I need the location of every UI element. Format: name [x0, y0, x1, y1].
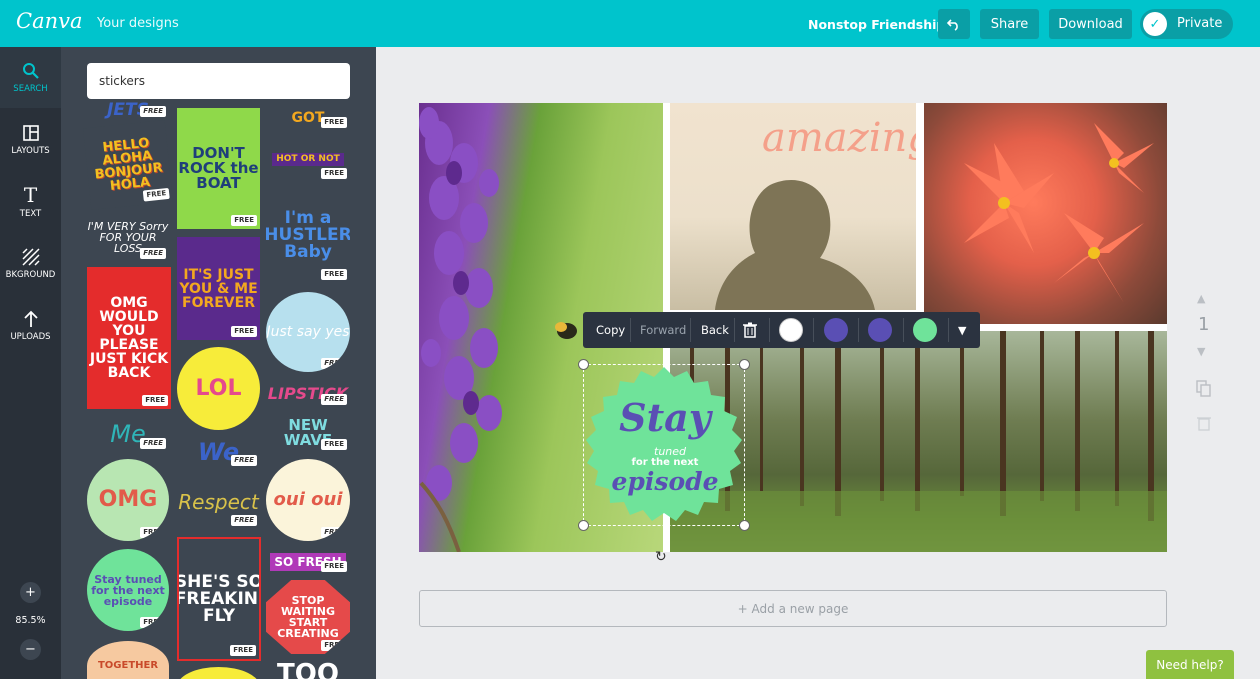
element-toolbar: Copy Forward Back ▼: [583, 312, 980, 348]
sticker-stop-waiting[interactable]: STOP WAITING START CREATING FREE: [266, 580, 350, 654]
sticker-got[interactable]: GOT FREE: [266, 105, 350, 131]
resize-handle-bottom-right[interactable]: [739, 520, 750, 531]
sticker-oui-oui[interactable]: oui oui FREE: [266, 459, 350, 541]
sticker-just-say-yes[interactable]: Just say yes FREE: [266, 292, 350, 372]
duplicate-page-icon[interactable]: [1195, 379, 1213, 401]
woman-photo[interactable]: amazing: [670, 103, 916, 310]
rail-label: UPLOADS: [10, 331, 51, 342]
sticker-text-stay: Stay: [619, 395, 711, 440]
color-swatch-green[interactable]: [913, 318, 937, 342]
left-rail: SEARCH LAYOUTS T TEXT BKGROUND UPLOADS +…: [0, 47, 61, 679]
toolbar-divider: [734, 318, 735, 342]
back-button[interactable]: Back: [701, 312, 729, 348]
rail-item-text[interactable]: T TEXT: [0, 171, 61, 232]
rail-label: TEXT: [19, 208, 42, 219]
private-label: Private: [1177, 16, 1223, 31]
delete-page-icon[interactable]: [1197, 415, 1211, 435]
coral-flowers: [964, 123, 1154, 303]
rail-item-layouts[interactable]: LAYOUTS: [0, 109, 61, 170]
woman-silhouette: [715, 180, 875, 310]
sticker-text-episode: episode: [611, 467, 719, 496]
sticker-lipstick[interactable]: LIPSTICK FREE: [266, 380, 350, 408]
sticker-im-very-sorry[interactable]: I'M VERY Sorry FOR YOUR LOSS FREE: [87, 212, 169, 262]
page-up-icon[interactable]: ▲: [1197, 292, 1205, 305]
search-icon: [22, 62, 39, 79]
share-button[interactable]: Share: [980, 9, 1039, 39]
your-designs-link[interactable]: Your designs: [97, 16, 179, 31]
toolbar-divider: [769, 318, 770, 342]
sticker-shes-so-freakin-fly[interactable]: SHE'S SO FREAKIN' FLY FREE: [177, 537, 261, 661]
sticker-new-wave[interactable]: NEW WAVE FREE: [266, 413, 350, 453]
top-bar: Canva Your designs Nonstop Friendship Sh…: [0, 0, 1260, 47]
sticker-stay-tuned[interactable]: Stay tuned for the next episode FREE: [87, 549, 169, 631]
sticker-me[interactable]: Me FREE: [87, 416, 169, 452]
toolbar-divider: [813, 318, 814, 342]
undo-icon: [947, 19, 958, 31]
sticker-we[interactable]: We FREE: [177, 434, 260, 469]
flower-photo[interactable]: [924, 103, 1167, 324]
sticker-lol[interactable]: LOL: [177, 347, 260, 430]
sticker-hello-aloha[interactable]: HELLO ALOHA BONJOUR HOLA FREE: [82, 119, 174, 211]
more-options-button[interactable]: ▼: [958, 312, 966, 348]
rail-label: SEARCH: [13, 83, 48, 94]
background-icon: [21, 247, 40, 266]
color-swatch-purple[interactable]: [824, 318, 848, 342]
sticker-too[interactable]: TOO: [266, 659, 350, 679]
sticker-omg-circle[interactable]: OMG FREE: [87, 459, 169, 541]
resize-handle-top-right[interactable]: [739, 359, 750, 370]
toolbar-divider: [690, 318, 691, 342]
resize-handle-top-left[interactable]: [578, 359, 589, 370]
layouts-icon: [22, 124, 39, 141]
rail-item-background[interactable]: BKGROUND: [0, 233, 61, 294]
upload-icon: [23, 310, 38, 327]
sticker-hustler-baby[interactable]: I'm a HUSTLER Baby FREE: [266, 187, 350, 283]
color-swatch-purple-2[interactable]: [868, 318, 892, 342]
sticker-together[interactable]: TOGETHER: [87, 641, 169, 679]
toolbar-divider: [903, 318, 904, 342]
zoom-level: 85.5%: [15, 615, 46, 626]
zoom-in-button[interactable]: +: [20, 582, 41, 603]
page-number: 1: [1198, 314, 1210, 335]
add-page-button[interactable]: + Add a new page: [419, 590, 1167, 627]
copy-button[interactable]: Copy: [596, 312, 625, 348]
sticker-dont-rock-the-boat[interactable]: DON'T ROCK the BOAT FREE: [177, 108, 260, 229]
rail-item-uploads[interactable]: UPLOADS: [0, 295, 61, 356]
search-input[interactable]: [87, 63, 350, 99]
toolbar-divider: [858, 318, 859, 342]
toolbar-divider: [630, 318, 631, 342]
sticker-so-fresh[interactable]: SO FRESH FREE: [266, 549, 350, 575]
sticker-panel: JETSFREE HELLO ALOHA BONJOUR HOLAFREE I'…: [61, 47, 376, 679]
canva-logo[interactable]: Canva: [16, 9, 83, 33]
page-down-icon[interactable]: ▼: [1197, 345, 1205, 358]
trash-icon: [743, 322, 757, 338]
sticker-omg-please[interactable]: OMG WOULD YOU PLEASE JUST KICK BACK FREE: [87, 267, 171, 409]
rail-item-search[interactable]: SEARCH: [0, 47, 61, 108]
forward-button[interactable]: Forward: [640, 312, 686, 348]
sticker-its-just-you-and-me[interactable]: IT'S JUST YOU & ME FOREVER FREE: [177, 237, 260, 340]
need-help-button[interactable]: Need help?: [1146, 650, 1234, 679]
rail-label: BKGROUND: [5, 269, 56, 280]
check-icon: ✓: [1143, 12, 1167, 36]
sticker-jets[interactable]: JETS FREE: [87, 100, 169, 120]
download-button[interactable]: Download: [1049, 9, 1132, 39]
sticker-respect[interactable]: Respect FREE: [177, 474, 260, 529]
text-icon: T: [23, 182, 38, 207]
color-swatch-white[interactable]: [779, 318, 803, 342]
toolbar-divider: [948, 318, 949, 342]
sticker-hot-or-not[interactable]: HOT OR NOT FREE: [266, 136, 350, 182]
delete-button[interactable]: [743, 312, 757, 348]
sticker-yellow-badge[interactable]: [177, 667, 260, 679]
resize-handle-bottom-left[interactable]: [578, 520, 589, 531]
rotate-icon[interactable]: ↻: [655, 549, 667, 565]
private-toggle[interactable]: ✓ Private: [1140, 9, 1233, 39]
rail-label: LAYOUTS: [11, 145, 50, 156]
undo-button[interactable]: [938, 9, 970, 39]
design-title[interactable]: Nonstop Friendship: [808, 17, 945, 32]
zoom-out-button[interactable]: −: [20, 639, 41, 660]
chevron-down-icon: ▼: [958, 323, 967, 337]
selected-sticker[interactable]: Stay tuned for the next episode: [578, 359, 750, 531]
